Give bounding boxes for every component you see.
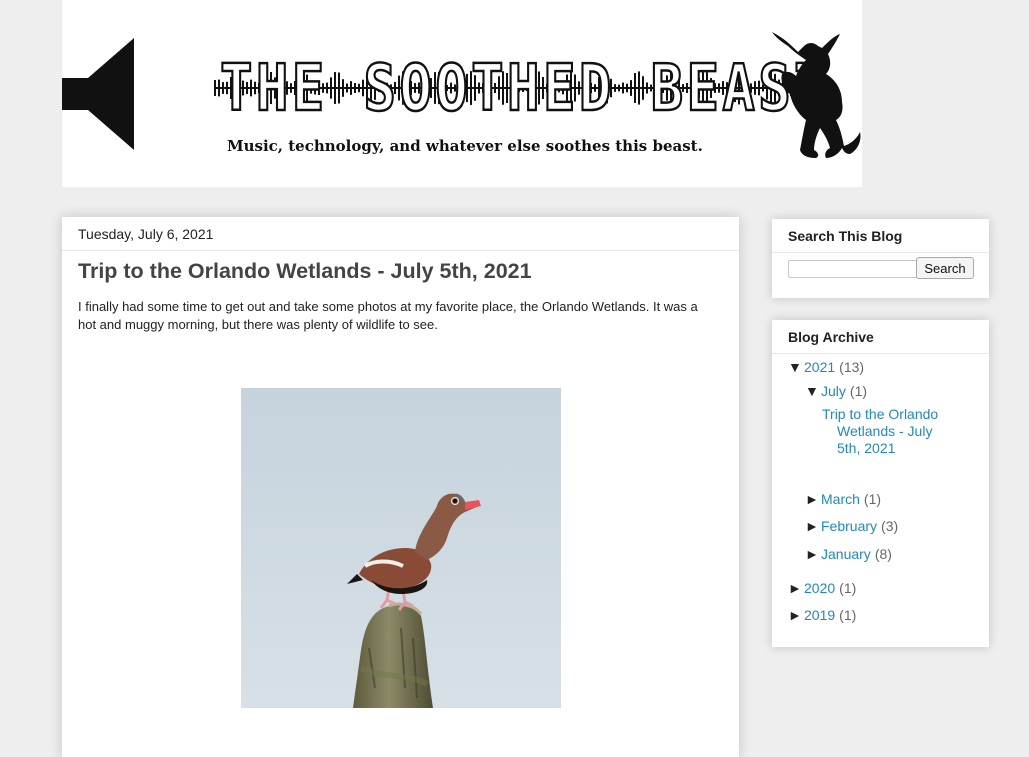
archive-count: (1) bbox=[849, 383, 868, 399]
header-banner[interactable]: THE SOOTHED BEAST Music, technology, and… bbox=[62, 0, 862, 187]
blog-title-graphic: THE SOOTHED BEAST bbox=[214, 40, 836, 136]
archive-month-link[interactable]: July bbox=[821, 383, 846, 399]
blog-tagline: Music, technology, and whatever else soo… bbox=[227, 137, 703, 155]
beast-logo bbox=[772, 32, 861, 158]
widget-divider bbox=[772, 252, 989, 253]
archive-year-link[interactable]: 2019 bbox=[804, 607, 835, 623]
collapse-toggle-icon[interactable]: ▼ bbox=[788, 359, 804, 375]
blog-archive-widget: Blog Archive ▼ 2021 (13) ▼ July (1) Trip to … bbox=[772, 320, 989, 647]
archive-month-february: ► February (3) bbox=[805, 518, 898, 534]
archive-year-2019: ► 2019 (1) bbox=[788, 607, 856, 623]
archive-count: (8) bbox=[874, 546, 892, 562]
blog-post: Tuesday, July 6, 2021 Trip to the Orland… bbox=[62, 217, 739, 757]
archive-month-link[interactable]: March bbox=[821, 491, 860, 507]
blog-title: THE SOOTHED BEAST bbox=[220, 52, 830, 126]
archive-widget-heading: Blog Archive bbox=[788, 329, 874, 345]
archive-year-2020: ► 2020 (1) bbox=[788, 580, 856, 596]
expand-toggle-icon[interactable]: ► bbox=[788, 607, 804, 623]
search-widget-heading: Search This Blog bbox=[788, 228, 903, 244]
duck-on-stump-photo[interactable] bbox=[241, 388, 561, 708]
archive-year-2021: ▼ 2021 (13) bbox=[788, 359, 864, 375]
archive-month-march: ► March (1) bbox=[805, 491, 881, 507]
archive-month-link[interactable]: January bbox=[821, 546, 871, 562]
expand-toggle-icon[interactable]: ► bbox=[788, 580, 804, 596]
archive-count: (1) bbox=[839, 580, 857, 596]
collapse-toggle-icon[interactable]: ▼ bbox=[805, 383, 821, 399]
archive-post-link[interactable]: Trip to the Orlando Wetlands - July 5th,… bbox=[822, 406, 952, 457]
archive-count: (1) bbox=[863, 491, 882, 507]
search-button[interactable]: Search bbox=[916, 257, 974, 279]
archive-count: (13) bbox=[839, 359, 865, 375]
archive-count: (1) bbox=[839, 607, 857, 623]
expand-toggle-icon[interactable]: ► bbox=[805, 546, 821, 562]
date-divider bbox=[62, 250, 739, 251]
archive-month-january: ► January (8) bbox=[805, 546, 892, 562]
widget-divider bbox=[772, 353, 989, 354]
archive-month-link[interactable]: February bbox=[821, 518, 877, 534]
post-body-text: I finally had some time to get out and t… bbox=[78, 299, 698, 332]
post-title[interactable]: Trip to the Orlando Wetlands - July 5th,… bbox=[78, 259, 532, 284]
archive-year-link[interactable]: 2020 bbox=[804, 580, 835, 596]
search-widget: Search This Blog Search bbox=[772, 219, 989, 298]
post-date: Tuesday, July 6, 2021 bbox=[78, 226, 214, 242]
speaker-icon bbox=[62, 38, 134, 150]
archive-month-july: ▼ July (1) bbox=[805, 383, 867, 399]
archive-count: (3) bbox=[881, 518, 899, 534]
expand-toggle-icon[interactable]: ► bbox=[805, 491, 821, 507]
archive-year-link[interactable]: 2021 bbox=[804, 359, 835, 375]
expand-toggle-icon[interactable]: ► bbox=[805, 518, 821, 534]
